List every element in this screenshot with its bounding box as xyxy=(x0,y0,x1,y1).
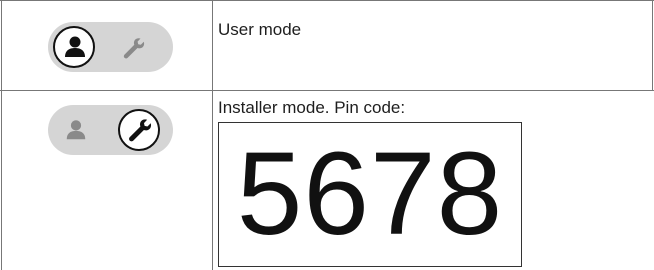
wrench-icon xyxy=(121,36,145,60)
person-icon xyxy=(62,34,88,60)
table-left-border xyxy=(1,0,2,270)
table-row-divider xyxy=(0,90,654,91)
table-top-border xyxy=(0,0,654,1)
installer-mode-label: Installer mode. Pin code: xyxy=(218,98,406,117)
pin-code-value: 5678 xyxy=(236,128,504,260)
wrench-icon xyxy=(126,117,152,143)
user-mode-label: User mode xyxy=(218,20,302,39)
table-right-border xyxy=(652,0,653,90)
table-column-divider xyxy=(212,0,213,270)
user-mode-toggle[interactable] xyxy=(48,22,173,72)
installer-mode-toggle[interactable] xyxy=(48,105,173,155)
pin-code-box: 5678 xyxy=(218,122,522,267)
person-icon xyxy=(64,118,88,142)
mode-table: User mode Installer mode. Pin code: 5678 xyxy=(0,0,654,270)
